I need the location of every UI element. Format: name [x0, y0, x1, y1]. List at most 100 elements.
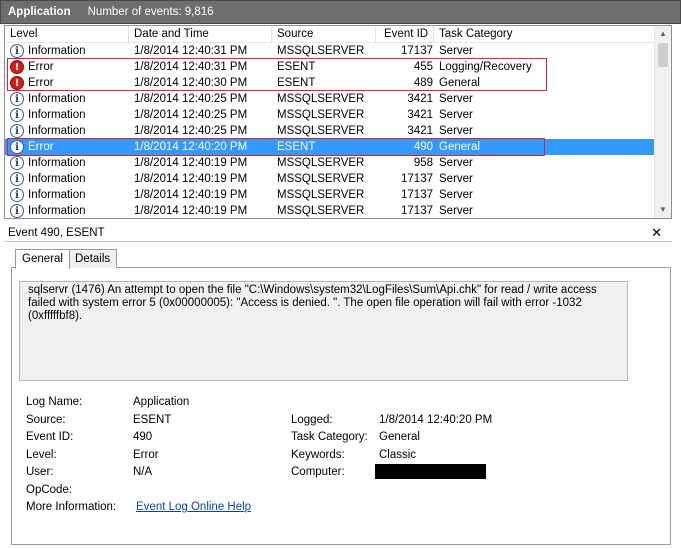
- close-icon[interactable]: ✕: [651, 224, 662, 242]
- event-id-label: Event ID:: [26, 431, 74, 443]
- event-message: sqlservr (1476) An attempt to open the f…: [19, 281, 628, 381]
- source-cell: MSSQLSERVER: [277, 205, 365, 217]
- source-cell: MSSQLSERVER: [277, 109, 365, 121]
- date-cell: 1/8/2014 12:40:25 PM: [134, 93, 248, 105]
- level-label: Level:: [26, 449, 57, 461]
- date-cell: 1/8/2014 12:40:31 PM: [134, 61, 248, 73]
- level-cell: Information: [28, 109, 86, 121]
- event-count: Number of events: 9,816: [87, 6, 214, 18]
- source-label: Source:: [26, 414, 66, 426]
- level-cell: Information: [28, 205, 86, 217]
- table-row[interactable]: i Information 1/8/2014 12:40:25 PM MSSQLSER…: [5, 91, 655, 107]
- log-name-value: Application: [133, 396, 190, 408]
- event-id-cell: 3421: [407, 109, 433, 121]
- user-value: N/A: [133, 466, 153, 478]
- table-row[interactable]: i Information 1/8/2014 12:40:19 PM MSSQLSER…: [5, 155, 655, 171]
- more-info-label: More Information:: [26, 501, 117, 513]
- category-cell: Server: [439, 205, 473, 217]
- tab-general[interactable]: General: [15, 249, 70, 269]
- event-id-cell: 3421: [407, 93, 433, 105]
- computer-value-redacted: [375, 464, 486, 479]
- error-icon: !: [10, 76, 24, 90]
- level-cell: Information: [28, 125, 86, 137]
- category-cell: Server: [439, 157, 473, 169]
- category-cell: Server: [439, 173, 473, 185]
- user-label: User:: [26, 466, 54, 478]
- info-icon: i: [10, 140, 24, 154]
- date-cell: 1/8/2014 12:40:19 PM: [134, 157, 248, 169]
- table-row[interactable]: i Error 1/8/2014 12:40:20 PM ESENT 490 Genera…: [5, 139, 655, 155]
- column-header-event-id[interactable]: Event ID: [376, 26, 434, 43]
- category-cell: General: [439, 77, 480, 89]
- category-cell: Server: [439, 125, 473, 137]
- category-cell: Server: [439, 189, 473, 201]
- scroll-down-icon[interactable]: ▼: [655, 202, 671, 218]
- event-id-cell: 17137: [401, 205, 433, 217]
- event-id-value: 490: [133, 431, 153, 443]
- keywords-label: Keywords:: [291, 449, 345, 461]
- log-header: Application Number of events: 9,816: [0, 0, 681, 24]
- source-cell: MSSQLSERVER: [277, 125, 365, 137]
- level-cell: Information: [28, 157, 86, 169]
- scroll-up-icon[interactable]: ▲: [655, 26, 671, 42]
- table-row[interactable]: i Information 1/8/2014 12:40:19 PM MSSQLSER…: [5, 203, 655, 218]
- table-row[interactable]: i Information 1/8/2014 12:40:19 PM MSSQLSER…: [5, 187, 655, 203]
- date-cell: 1/8/2014 12:40:19 PM: [134, 189, 248, 201]
- date-cell: 1/8/2014 12:40:19 PM: [134, 173, 248, 185]
- event-id-cell: 455: [413, 61, 433, 73]
- computer-label: Computer:: [291, 466, 345, 478]
- level-cell: Error: [28, 77, 54, 89]
- event-id-cell: 17137: [401, 189, 433, 201]
- info-icon: i: [10, 188, 24, 202]
- column-header-source[interactable]: Source: [272, 26, 376, 43]
- event-log-online-help-link[interactable]: Event Log Online Help: [136, 500, 251, 514]
- table-row[interactable]: ! Error 1/8/2014 12:40:31 PM ESENT 455 Loggin…: [5, 59, 655, 75]
- level-cell: Information: [28, 189, 86, 201]
- event-list[interactable]: Level Date and Time Source Event ID Task…: [4, 25, 672, 219]
- category-cell: Server: [439, 45, 473, 57]
- event-id-cell: 3421: [407, 125, 433, 137]
- column-header-row: Level Date and Time Source Event ID Task…: [5, 26, 655, 43]
- info-icon: i: [10, 172, 24, 186]
- table-row[interactable]: i Information 1/8/2014 12:40:19 PM MSSQLSER…: [5, 171, 655, 187]
- error-icon: !: [10, 60, 24, 74]
- date-cell: 1/8/2014 12:40:19 PM: [134, 205, 248, 217]
- event-id-cell: 489: [413, 77, 433, 89]
- source-value: ESENT: [133, 414, 172, 426]
- logged-value: 1/8/2014 12:40:20 PM: [379, 414, 493, 426]
- log-title: Application: [8, 6, 71, 18]
- level-cell: Information: [28, 93, 86, 105]
- task-category-value: General: [379, 431, 420, 443]
- logged-label: Logged:: [291, 414, 333, 426]
- info-icon: i: [10, 92, 24, 106]
- category-cell: Logging/Recovery: [439, 61, 532, 73]
- table-row[interactable]: i Information 1/8/2014 12:40:25 PM MSSQLSER…: [5, 123, 655, 139]
- date-cell: 1/8/2014 12:40:25 PM: [134, 109, 248, 121]
- category-cell: General: [439, 141, 480, 153]
- vertical-scrollbar[interactable]: ▲ ▼: [654, 26, 671, 218]
- level-cell: Error: [28, 61, 54, 73]
- source-cell: ESENT: [277, 141, 316, 153]
- info-icon: i: [10, 124, 24, 138]
- date-cell: 1/8/2014 12:40:30 PM: [134, 77, 248, 89]
- column-header-task-category[interactable]: Task Category: [434, 26, 655, 43]
- event-id-cell: 958: [413, 157, 433, 169]
- info-icon: i: [10, 44, 24, 58]
- tab-details[interactable]: Details: [68, 249, 118, 268]
- date-cell: 1/8/2014 12:40:25 PM: [134, 125, 248, 137]
- keywords-value: Classic: [379, 449, 417, 461]
- column-header-date[interactable]: Date and Time: [129, 26, 272, 43]
- table-row[interactable]: i Information 1/8/2014 12:40:31 PM MSSQLSER…: [5, 43, 655, 59]
- details-header: Event 490, ESENT ✕: [4, 224, 672, 242]
- source-cell: MSSQLSERVER: [277, 173, 365, 185]
- category-cell: Server: [439, 93, 473, 105]
- scroll-thumb[interactable]: [658, 43, 668, 67]
- source-cell: ESENT: [277, 61, 316, 73]
- log-name-label: Log Name:: [26, 396, 83, 408]
- column-header-level[interactable]: Level: [5, 26, 129, 43]
- details-title: Event 490, ESENT: [8, 227, 105, 239]
- level-value: Error: [133, 449, 159, 461]
- table-row[interactable]: i Information 1/8/2014 12:40:25 PM MSSQLSER…: [5, 107, 655, 123]
- table-row[interactable]: ! Error 1/8/2014 12:40:30 PM ESENT 489 Genera…: [5, 75, 655, 91]
- source-cell: MSSQLSERVER: [277, 189, 365, 201]
